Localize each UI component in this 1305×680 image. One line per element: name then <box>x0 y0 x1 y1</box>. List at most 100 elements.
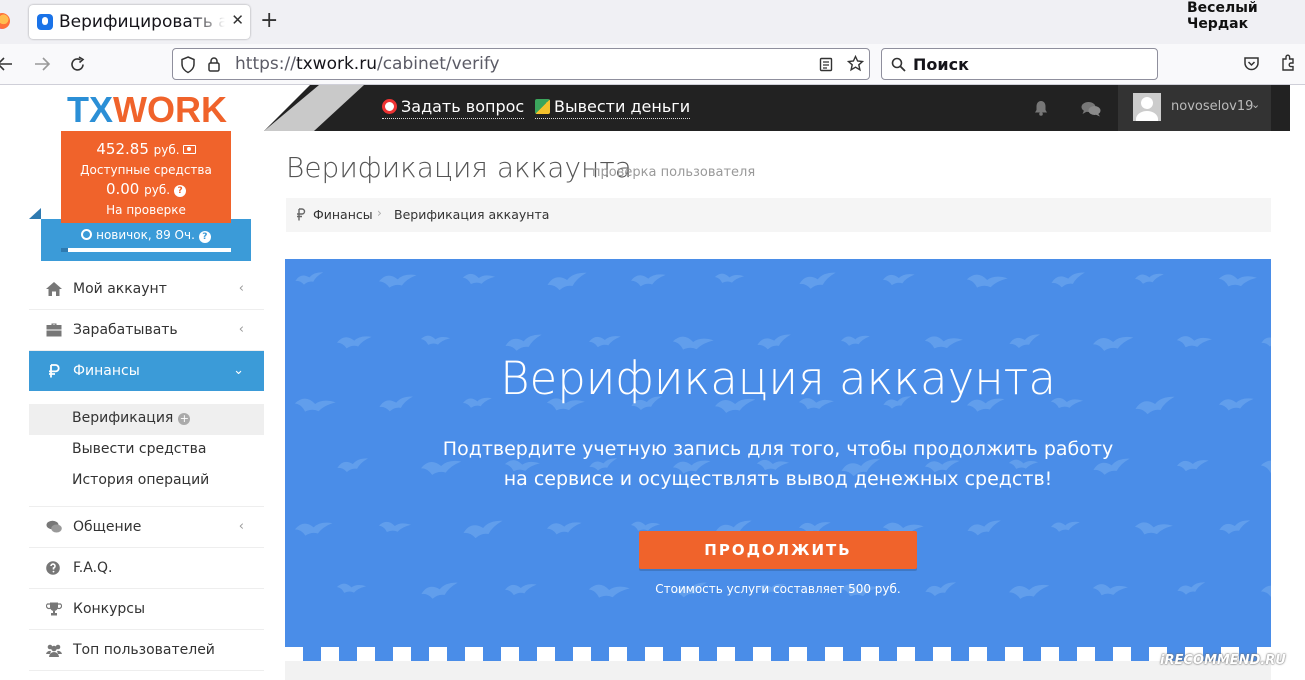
finance-submenu: Верификация + Вывести средства История оп… <box>29 391 264 507</box>
user-menu[interactable]: novoselov19 ⌄ <box>1118 85 1271 131</box>
username: novoselov19 <box>1171 99 1254 114</box>
sidebar-item-top-users[interactable]: Топ пользователей <box>29 630 264 671</box>
rank-progress-fill <box>61 248 68 252</box>
forward-icon[interactable] <box>33 56 51 72</box>
submenu-item-history[interactable]: История операций <box>29 466 264 497</box>
seagull-mark <box>799 272 836 289</box>
seagull-mark <box>505 334 542 351</box>
verification-banner: Верификация аккаунта Подтвердите учетную… <box>285 259 1271 680</box>
rank-circle-icon <box>81 229 93 240</box>
logo-area: TXWORK <box>29 85 264 131</box>
submenu-item-label: Верификация + <box>72 410 191 426</box>
sidebar-item-faq[interactable]: F.A.Q. <box>29 548 264 589</box>
breadcrumb-finance[interactable]: Финансы <box>313 207 373 222</box>
seagull-mark <box>547 522 582 535</box>
address-bar[interactable]: https://txwork.ru/cabinet/verify <box>172 48 870 80</box>
reload-icon[interactable] <box>69 56 86 73</box>
verification-label: Верификация <box>72 410 174 426</box>
reader-view-icon[interactable] <box>819 57 833 72</box>
tab-close-icon[interactable]: ✕ <box>231 11 244 29</box>
rank-info: новичок, 89 Оч.? <box>41 228 251 243</box>
seagull-mark <box>1218 274 1257 287</box>
right-gutter <box>1290 85 1305 680</box>
sidebar-item-label: Общение <box>73 519 142 535</box>
search-input[interactable]: Поиск <box>881 48 1158 80</box>
seagull-mark <box>883 274 915 286</box>
seagull-mark <box>378 521 412 533</box>
seagull-mark <box>1009 334 1041 348</box>
tab-title: Верифицировать аккаунт <box>59 12 225 32</box>
pocket-icon[interactable] <box>1243 56 1260 72</box>
chat-icon <box>46 520 62 533</box>
window-caption: Веселый Чердак <box>1187 0 1258 32</box>
pending-amount: 0.00 <box>105 180 140 198</box>
sidebar-item-contests[interactable]: Конкурсы <box>29 589 264 630</box>
lifebuoy-icon <box>382 99 397 114</box>
site-page: TXWORK Задать вопрос Вывести деньги novo… <box>0 85 1305 680</box>
seagull-mark <box>1051 272 1085 288</box>
pending-balance: 0.00 руб.? <box>61 180 231 198</box>
rank-text: новичок, 89 Оч. <box>96 228 195 242</box>
submenu-item-withdraw[interactable]: Вывести средства <box>29 435 264 466</box>
home-icon <box>46 282 62 296</box>
service-cost-note: Стоимость услуги составляет 500 руб. <box>655 582 901 596</box>
url-domain: txwork.ru <box>295 54 377 74</box>
sidebar-item-label: Зарабатывать <box>73 322 178 338</box>
sidebar-item-label: Конкурсы <box>73 601 146 617</box>
seagull-mark <box>295 522 333 536</box>
site-topbar: Задать вопрос Вывести деньги novoselov19… <box>264 85 1290 131</box>
seagull-mark <box>337 336 372 349</box>
back-icon[interactable] <box>0 56 14 72</box>
seagull-mark <box>1260 460 1271 474</box>
seagull-mark <box>589 336 621 348</box>
seagull-mark <box>966 274 1008 288</box>
seagull-mark <box>547 272 587 291</box>
seagull-mark <box>631 274 666 287</box>
ask-question-link[interactable]: Задать вопрос <box>382 97 525 119</box>
site-logo[interactable]: TXWORK <box>67 89 227 131</box>
sidebar-item-my-account[interactable]: Мой аккаунт ‹ <box>29 269 264 310</box>
seagull-mark <box>1093 336 1134 351</box>
sidebar-item-finance[interactable]: Финансы ⌄ <box>29 351 264 391</box>
banner-title: Верификация аккаунта <box>500 352 1056 405</box>
submenu-item-label: Вывести средства <box>72 441 207 457</box>
browser-tab-strip: Верифицировать аккаунт ✕ + Веселый Черда… <box>0 0 1305 44</box>
seagull-mark <box>1261 334 1271 347</box>
firefox-logo-icon[interactable] <box>0 13 10 29</box>
continue-button[interactable]: ПРОДОЛЖИТЬ <box>639 531 917 569</box>
seagull-mark <box>1135 273 1164 284</box>
bookmark-star-icon[interactable] <box>847 55 864 72</box>
seagull-mark <box>1134 522 1173 535</box>
available-amount: 452.85 <box>96 140 149 158</box>
breadcrumb-separator-icon: › <box>377 206 382 220</box>
ruble-icon <box>49 364 60 378</box>
url-path: /cabinet/verify <box>376 54 500 74</box>
new-tab-button[interactable]: + <box>260 8 278 33</box>
help-icon[interactable]: ? <box>174 185 187 197</box>
users-icon <box>46 644 62 657</box>
question-icon <box>46 561 60 575</box>
lock-icon[interactable] <box>207 56 221 73</box>
shield-icon[interactable] <box>180 56 196 74</box>
sidebar-item-communication[interactable]: Общение ‹ <box>29 507 264 548</box>
browser-tab[interactable]: Верифицировать аккаунт ✕ <box>29 5 250 39</box>
seagull-mark <box>463 520 503 539</box>
ask-question-label: Задать вопрос <box>401 97 525 116</box>
submenu-item-label: История операций <box>72 472 210 488</box>
messages-icon[interactable] <box>1081 101 1101 117</box>
sidebar-item-earn[interactable]: Зарабатывать ‹ <box>29 310 264 351</box>
seagull-mark <box>462 273 496 285</box>
rank-progress-bar <box>61 248 231 252</box>
chevron-left-icon: ‹ <box>238 281 244 296</box>
extensions-icon[interactable] <box>1280 54 1297 72</box>
withdraw-money-link[interactable]: Вывести деньги <box>535 97 691 119</box>
seagull-mark <box>1219 520 1251 534</box>
seagull-mark <box>295 272 324 285</box>
bell-icon[interactable] <box>1033 100 1049 116</box>
submenu-item-verification[interactable]: Верификация + <box>29 404 264 435</box>
rank-help-icon[interactable]: ? <box>198 231 211 243</box>
seagull-mark <box>672 336 714 350</box>
ruble-icon <box>297 208 306 221</box>
seagull-mark <box>1176 336 1212 348</box>
seagull-mark <box>841 335 870 346</box>
